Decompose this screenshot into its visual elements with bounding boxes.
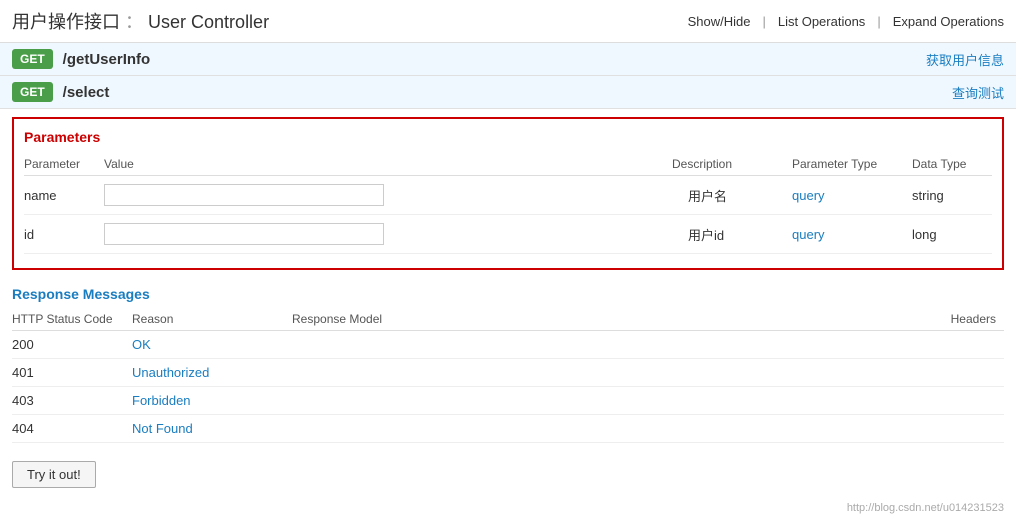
watermark: http://blog.csdn.net/u014231523 — [0, 498, 1016, 518]
param-name-1: id — [24, 215, 104, 254]
reason-1: Unauthorized — [132, 359, 292, 387]
model-3 — [292, 415, 592, 443]
param-dtype-0: string — [912, 176, 992, 215]
title-en: User Controller — [148, 12, 269, 32]
get-row-select: GET /select 查询测试 — [0, 76, 1016, 109]
status-code-3: 404 — [12, 415, 132, 443]
headers-col-1 — [592, 359, 1004, 387]
status-code-0: 200 — [12, 331, 132, 359]
get-row-left-select: GET /select — [12, 82, 109, 102]
param-value-0 — [104, 176, 672, 215]
model-1 — [292, 359, 592, 387]
divider-1: | — [762, 14, 765, 29]
col-value: Value — [104, 153, 672, 176]
parameters-table: Parameter Value Description Parameter Ty… — [24, 153, 992, 254]
headers-col-0 — [592, 331, 1004, 359]
parameters-title: Parameters — [24, 129, 992, 145]
show-hide-link[interactable]: Show/Hide — [688, 14, 751, 29]
param-desc-1: 用户id — [672, 215, 792, 254]
get-badge-select: GET — [12, 82, 53, 102]
response-section: Response Messages HTTP Status Code Reaso… — [0, 278, 1016, 451]
get-link-getuserinfo[interactable]: 获取用户信息 — [926, 50, 1004, 69]
col-description: Description — [672, 153, 792, 176]
model-0 — [292, 331, 592, 359]
model-2 — [292, 387, 592, 415]
param-row-0: name 用户名 query string — [24, 176, 992, 215]
divider-2: | — [877, 14, 880, 29]
title-separator: ： — [125, 12, 143, 32]
get-link-select[interactable]: 查询测试 — [952, 83, 1004, 102]
col-http-status: HTTP Status Code — [12, 308, 132, 331]
reason-0: OK — [132, 331, 292, 359]
param-dtype-1: long — [912, 215, 992, 254]
status-code-2: 403 — [12, 387, 132, 415]
header-nav: Show/Hide | List Operations | Expand Ope… — [688, 14, 1004, 29]
reason-2: Forbidden — [132, 387, 292, 415]
status-code-1: 401 — [12, 359, 132, 387]
reason-3: Not Found — [132, 415, 292, 443]
param-input-1[interactable] — [104, 223, 384, 245]
param-row-1: id 用户id query long — [24, 215, 992, 254]
response-row-3: 404 Not Found — [12, 415, 1004, 443]
list-operations-link[interactable]: List Operations — [778, 14, 865, 29]
title-cn: 用户操作接口 — [12, 12, 120, 32]
param-type-0: query — [792, 176, 912, 215]
param-type-1: query — [792, 215, 912, 254]
headers-col-3 — [592, 415, 1004, 443]
col-reason: Reason — [132, 308, 292, 331]
page-header: 用户操作接口 ： User Controller Show/Hide | Lis… — [0, 0, 1016, 43]
get-path-select: /select — [63, 84, 110, 101]
get-row-left: GET /getUserInfo — [12, 49, 150, 69]
try-btn-section: Try it out! — [0, 451, 1016, 498]
response-table: HTTP Status Code Reason Response Model H… — [12, 308, 1004, 443]
get-badge-getuserinfo: GET — [12, 49, 53, 69]
col-parameter-type: Parameter Type — [792, 153, 912, 176]
col-parameter: Parameter — [24, 153, 104, 176]
param-input-0[interactable] — [104, 184, 384, 206]
parameters-section: Parameters Parameter Value Description P… — [12, 117, 1004, 270]
response-row-2: 403 Forbidden — [12, 387, 1004, 415]
response-row-1: 401 Unauthorized — [12, 359, 1004, 387]
col-data-type: Data Type — [912, 153, 992, 176]
col-response-model: Response Model — [292, 308, 592, 331]
try-it-out-button[interactable]: Try it out! — [12, 461, 96, 488]
param-name-0: name — [24, 176, 104, 215]
col-headers: Headers — [592, 308, 1004, 331]
page-title: 用户操作接口 ： User Controller — [12, 8, 269, 34]
param-value-1 — [104, 215, 672, 254]
get-path-getuserinfo: /getUserInfo — [63, 51, 151, 68]
response-row-0: 200 OK — [12, 331, 1004, 359]
get-row-getuserinfo: GET /getUserInfo 获取用户信息 — [0, 43, 1016, 76]
param-desc-0: 用户名 — [672, 176, 792, 215]
response-title: Response Messages — [12, 286, 1004, 302]
headers-col-2 — [592, 387, 1004, 415]
expand-operations-link[interactable]: Expand Operations — [893, 14, 1004, 29]
